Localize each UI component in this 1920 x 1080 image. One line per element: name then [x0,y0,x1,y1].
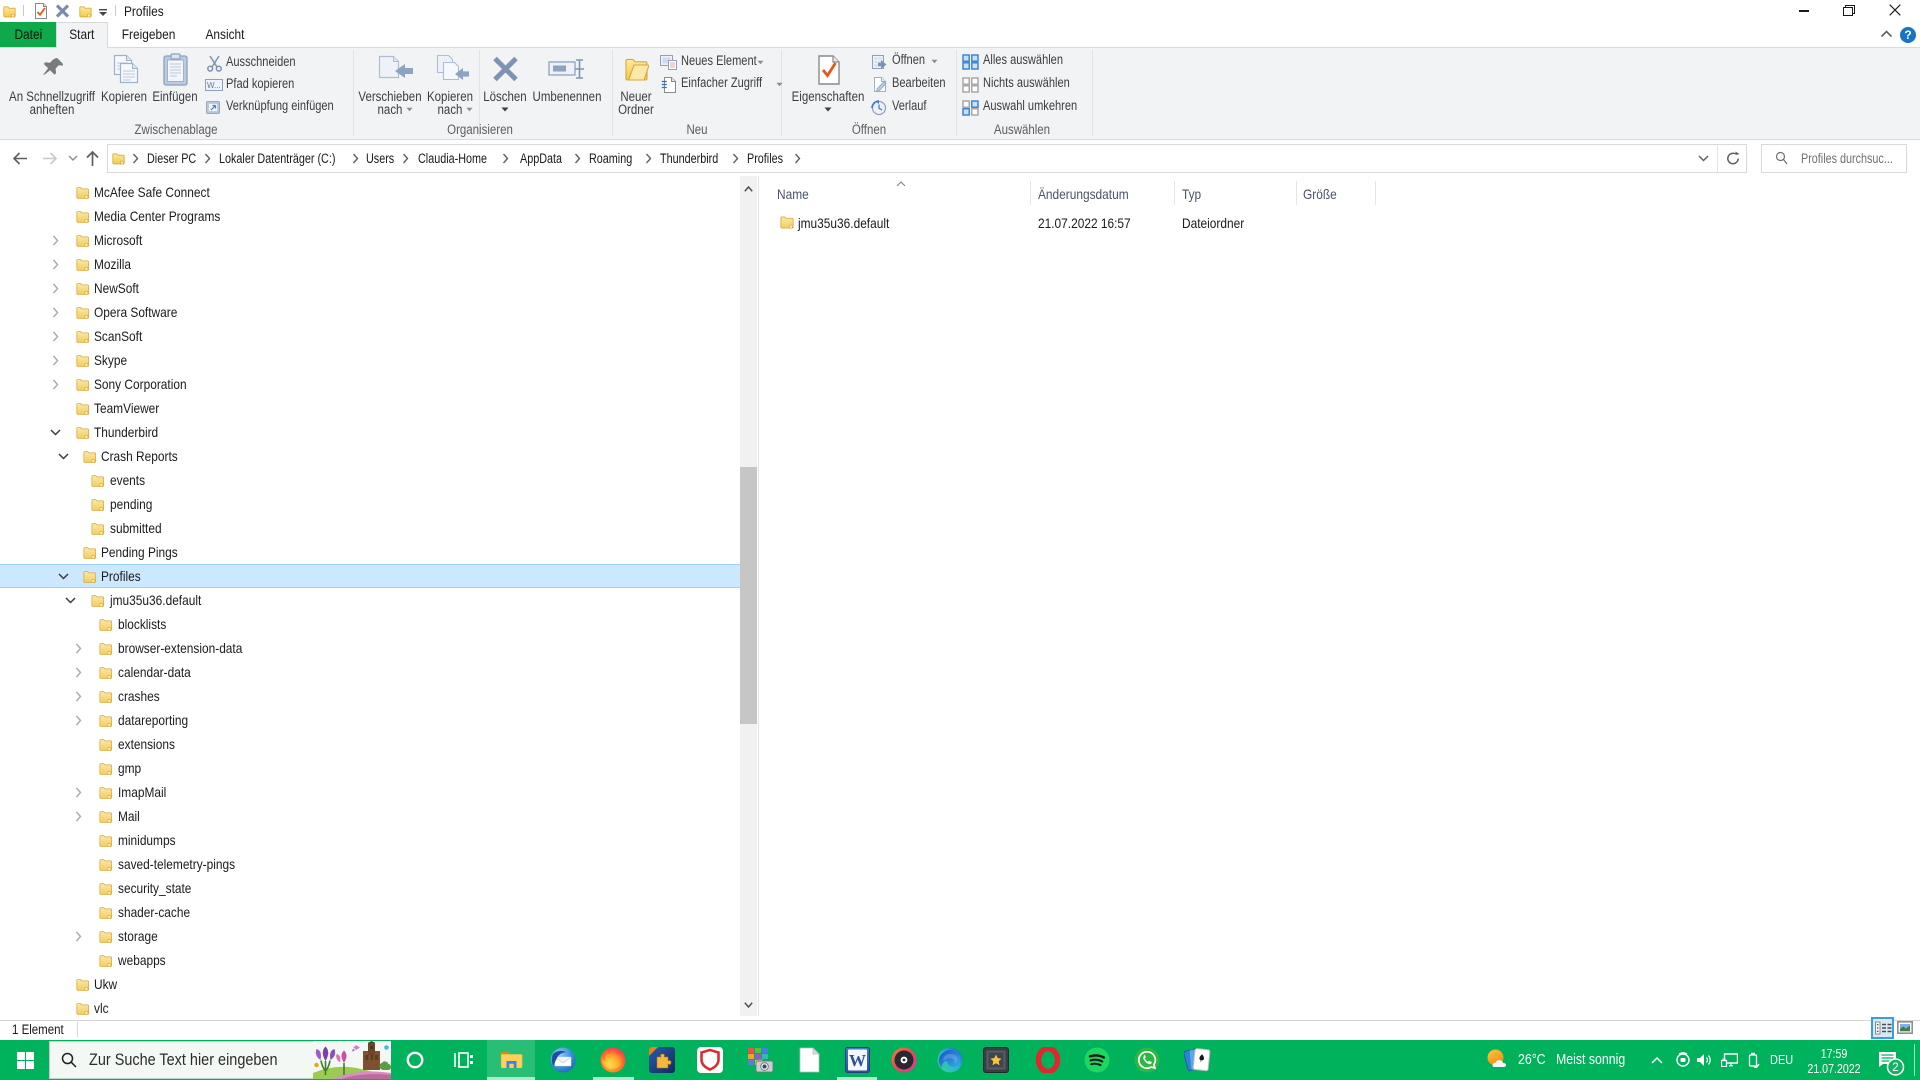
svg-text:W: W [849,1051,866,1070]
svg-text:2: 2 [1892,1062,1898,1074]
svg-text:W...: W... [207,81,221,90]
